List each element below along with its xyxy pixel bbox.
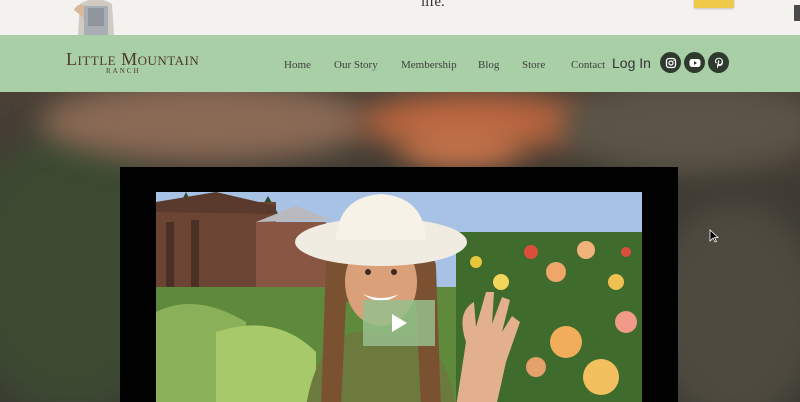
youtube-icon[interactable] — [684, 52, 705, 73]
nav-membership[interactable]: Membership — [401, 59, 457, 71]
video-frame — [120, 167, 678, 402]
nav-blog[interactable]: Blog — [478, 59, 499, 71]
instagram-icon[interactable] — [660, 52, 681, 73]
top-strip: life. — [0, 0, 800, 35]
play-icon — [392, 314, 407, 332]
site-header: Little Mountain RANCH Home Our Story Mem… — [0, 35, 800, 92]
video-player[interactable] — [156, 192, 642, 402]
carrot-blob-2 — [400, 127, 520, 167]
video-thumbnail — [156, 192, 642, 402]
top-text: life. — [421, 0, 445, 10]
play-button[interactable] — [363, 300, 435, 346]
edge-shape — [794, 5, 800, 21]
pinterest-icon[interactable] — [708, 52, 729, 73]
login-link[interactable]: Log In — [612, 55, 651, 71]
nav-our-story[interactable]: Our Story — [334, 59, 378, 71]
logo-subtitle: RANCH — [106, 67, 141, 75]
cursor-icon — [709, 229, 719, 243]
nav-home[interactable]: Home — [284, 59, 311, 71]
nav-contact[interactable]: Contact — [571, 59, 605, 71]
background-blob — [560, 92, 800, 172]
hero-section — [0, 92, 800, 402]
nav-store[interactable]: Store — [522, 59, 545, 71]
site-logo[interactable]: Little Mountain RANCH — [66, 49, 199, 79]
cta-button[interactable] — [694, 0, 734, 8]
person-image — [74, 0, 116, 35]
